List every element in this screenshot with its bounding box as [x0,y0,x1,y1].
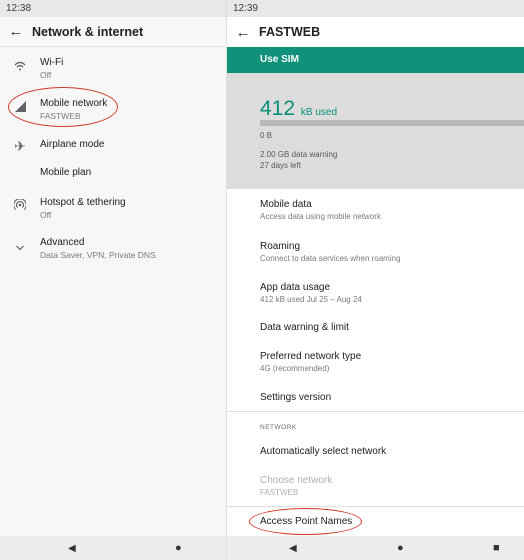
list-item-label: Automatically select network [260,446,387,457]
wifi-icon [0,56,40,74]
back-arrow-icon[interactable]: ← [227,24,259,41]
list-item-sub: Data Saver, VPN, Private DNS [40,250,156,260]
list-item-label: Mobile plan [40,167,92,178]
navigation-bar: ◀ ● ■ [227,536,524,560]
section-header-network: NETWORK [260,424,297,431]
fastweb-sim-screen: 12:39 ← FASTWEB Use SIM 412 kB used 0 B … [226,0,524,560]
list-item-label: Airplane mode [40,139,105,150]
list-item-auto-select-network[interactable]: Automatically select network [260,445,520,458]
page-title: FASTWEB [259,25,321,39]
list-item-sub: 4G (recommended) [260,364,330,373]
use-sim-toggle[interactable]: Use SIM [227,47,524,73]
usage-amount: 412 kB used [260,97,338,120]
nav-home-icon[interactable]: ● [397,542,404,554]
nav-recents-icon[interactable]: ■ [493,542,500,554]
list-item-sub: FASTWEB [40,111,81,121]
navigation-bar: ◀ ● [0,536,226,560]
nav-back-icon[interactable]: ◀ [289,543,297,554]
app-bar: ← FASTWEB [227,17,524,47]
app-bar: ← Network & internet [0,17,226,47]
list-item-roaming[interactable]: Roaming Connect to data services when roa… [260,240,520,264]
list-item-label: Data warning & limit [260,322,349,333]
usage-warning: 2.00 GB data warning [260,150,338,159]
data-usage-summary: 412 kB used 0 B 2.00 GB data warning 27 … [227,73,524,189]
network-internet-screen: 12:38 ← Network & internet Wi-Fi Off Mobi… [0,0,226,560]
usage-unit: kB used [300,107,338,118]
signal-icon [0,97,40,115]
list-item-mobile-plan[interactable]: Mobile plan [0,166,226,179]
list-item-airplane-mode[interactable]: ✈ Airplane mode [0,138,226,155]
divider [227,411,524,412]
chevron-down-icon [0,236,40,254]
list-item-label: App data usage [260,282,331,293]
list-item-sub: Off [40,210,52,220]
status-bar: 12:38 [0,0,226,17]
list-item-sub: FASTWEB [260,488,299,497]
usage-days-left: 27 days left [260,161,301,170]
list-item-choose-network: Choose network FASTWEB [260,474,520,498]
list-item-wifi[interactable]: Wi-Fi Off [0,56,226,81]
list-item-label: Hotspot & tethering [40,197,126,208]
list-item-advanced[interactable]: Advanced Data Saver, VPN, Private DNS [0,236,226,261]
list-item-label: Preferred network type [260,351,362,362]
list-item-mobile-data[interactable]: Mobile data Access data using mobile netw… [260,198,520,222]
list-item-label: Wi-Fi [40,57,64,68]
list-item-label: Choose network [260,475,333,486]
list-item-data-warning-limit[interactable]: Data warning & limit [260,321,520,334]
status-time: 12:39 [233,3,259,14]
divider [227,506,524,507]
list-item-label: Mobile data [260,199,312,210]
status-time: 12:38 [6,3,32,14]
list-item-app-data-usage[interactable]: App data usage 412 kB used Jul 25 – Aug 2… [260,281,520,305]
usage-progress-bar [260,120,524,126]
list-item-label: Settings version [260,392,332,403]
list-item-access-point-names[interactable]: Access Point Names [260,515,520,528]
nav-home-icon[interactable]: ● [175,542,182,554]
list-item-hotspot[interactable]: Hotspot & tethering Off [0,196,226,221]
list-item-preferred-network-type[interactable]: Preferred network type 4G (recommended) [260,350,520,374]
list-item-sub: Connect to data services when roaming [260,254,401,263]
hotspot-icon [0,196,40,214]
usage-scale-start: 0 B [260,131,273,140]
back-arrow-icon[interactable]: ← [0,23,32,40]
list-item-sub: 412 kB used Jul 25 – Aug 24 [260,295,362,304]
list-item-label: Access Point Names [260,516,353,527]
list-item-label: Mobile network [40,98,108,109]
list-item-mobile-network[interactable]: Mobile network FASTWEB [0,97,226,122]
list-item-label: Advanced [40,237,85,248]
page-title: Network & internet [32,24,144,39]
status-bar: 12:39 [227,0,524,17]
list-item-label: Roaming [260,241,301,252]
list-item-sub: Access data using mobile network [260,212,381,221]
list-item-sub: Off [40,70,52,80]
airplane-icon: ✈ [14,138,26,154]
list-item-settings-version[interactable]: Settings version [260,391,520,404]
nav-back-icon[interactable]: ◀ [68,543,76,554]
